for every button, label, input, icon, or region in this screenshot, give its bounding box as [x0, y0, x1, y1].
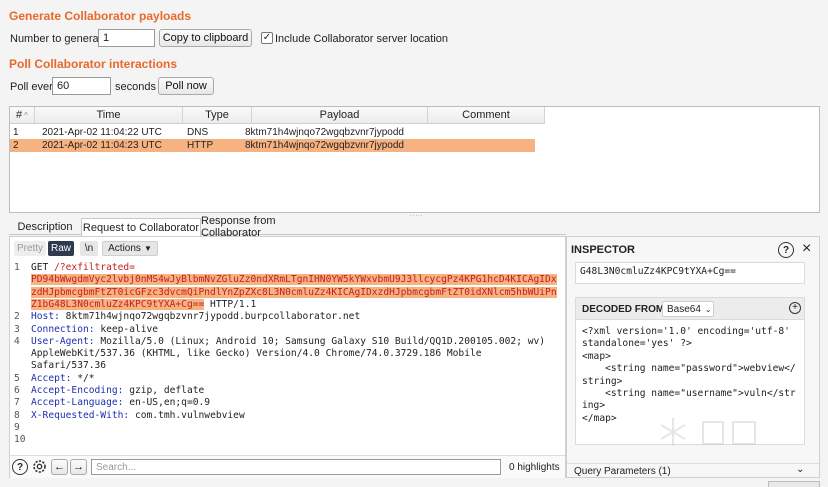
selected-value-field[interactable]: G48L3N0cmluZz4KPC9tYXA+Cg== [575, 262, 805, 284]
actions-menu-button[interactable]: Actions ▼ [102, 241, 158, 256]
tab-response-from-collaborator[interactable]: Response from Collaborator [201, 215, 331, 239]
interactions-table: # ^ Time Type Payload Comment 1 2021-Apr-… [9, 106, 820, 213]
request-url-path: /?exfiltrated= [54, 262, 135, 273]
tab-description[interactable]: Description [9, 218, 81, 236]
newline-toggle[interactable]: \n [80, 241, 98, 256]
decoded-content[interactable]: <?xml version='1.0' encoding='utf-8' sta… [582, 326, 796, 425]
next-arrow-icon[interactable]: → [70, 459, 87, 475]
copy-to-clipboard-button[interactable]: Copy to clipboard [159, 29, 252, 47]
help-icon[interactable]: ? [12, 459, 28, 475]
tab-request-to-collaborator[interactable]: Request to Collaborator [81, 218, 201, 236]
table-row[interactable]: 1 2021-Apr-02 11:04:22 UTC DNS 8ktm71h4w… [10, 126, 535, 139]
poll-section-title: Poll Collaborator interactions [9, 57, 178, 71]
col-header-payload[interactable]: Payload [252, 107, 428, 124]
add-icon[interactable]: + [789, 302, 801, 314]
highlights-count: 0 highlights [509, 462, 560, 473]
number-to-generate-input[interactable]: 1 [98, 29, 155, 47]
splitter-handle[interactable]: ..... [410, 212, 422, 218]
seconds-label: seconds [115, 81, 156, 93]
encoding-select[interactable]: Base64 ⌄ [662, 301, 714, 317]
request-editor: Pretty Raw \n Actions ▼ 1 GET /?exfiltrat… [9, 236, 566, 478]
partial-button[interactable] [768, 481, 820, 487]
sort-ascending-icon: ^ [24, 110, 28, 120]
col-header-comment[interactable]: Comment [428, 107, 545, 124]
include-server-location-label: Include Collaborator server location [275, 33, 449, 45]
close-icon[interactable]: × [802, 240, 811, 258]
generate-section-title: Generate Collaborator payloads [9, 9, 192, 23]
chevron-down-icon: ▼ [143, 244, 152, 253]
col-header-number[interactable]: # ^ [10, 107, 35, 124]
editor-search-bar: ? ← → Search... 0 highlights [10, 455, 565, 478]
poll-now-button[interactable]: Poll now [158, 77, 214, 95]
poll-interval-input[interactable]: 60 [52, 77, 111, 95]
col-header-type[interactable]: Type [183, 107, 252, 124]
include-server-location-checkbox[interactable]: ✓ [261, 32, 273, 44]
checkmark-icon: ✓ [262, 32, 272, 43]
watermark-logo [655, 412, 765, 455]
decoded-from-label: DECODED FROM: [582, 304, 668, 315]
chevron-down-icon: ⌄ [704, 304, 712, 314]
table-row-selected[interactable]: 2 2021-Apr-02 11:04:23 UTC HTTP 8ktm71h4… [10, 139, 535, 152]
exfiltrated-payload: PD94bWwgdmVyc2lvbj0nMS4wJyBlbmNvZGluZz0n… [31, 274, 557, 286]
message-tabs: Description Request to Collaborator Resp… [9, 215, 566, 239]
inspector-help-icon[interactable]: ? [778, 242, 794, 258]
previous-arrow-icon[interactable]: ← [51, 459, 68, 475]
raw-toggle[interactable]: Raw [48, 241, 74, 256]
pretty-toggle[interactable]: Pretty [14, 241, 46, 256]
inspector-title: INSPECTOR [571, 244, 635, 256]
settings-gear-icon[interactable] [31, 458, 48, 475]
query-parameters-section[interactable]: Query Parameters (1) ⌄ [567, 463, 819, 478]
chevron-down-icon: ⌄ [796, 464, 805, 475]
search-input[interactable]: Search... [91, 459, 501, 475]
col-header-time[interactable]: Time [35, 107, 183, 124]
number-to-generate-label: Number to generate: [10, 33, 111, 45]
